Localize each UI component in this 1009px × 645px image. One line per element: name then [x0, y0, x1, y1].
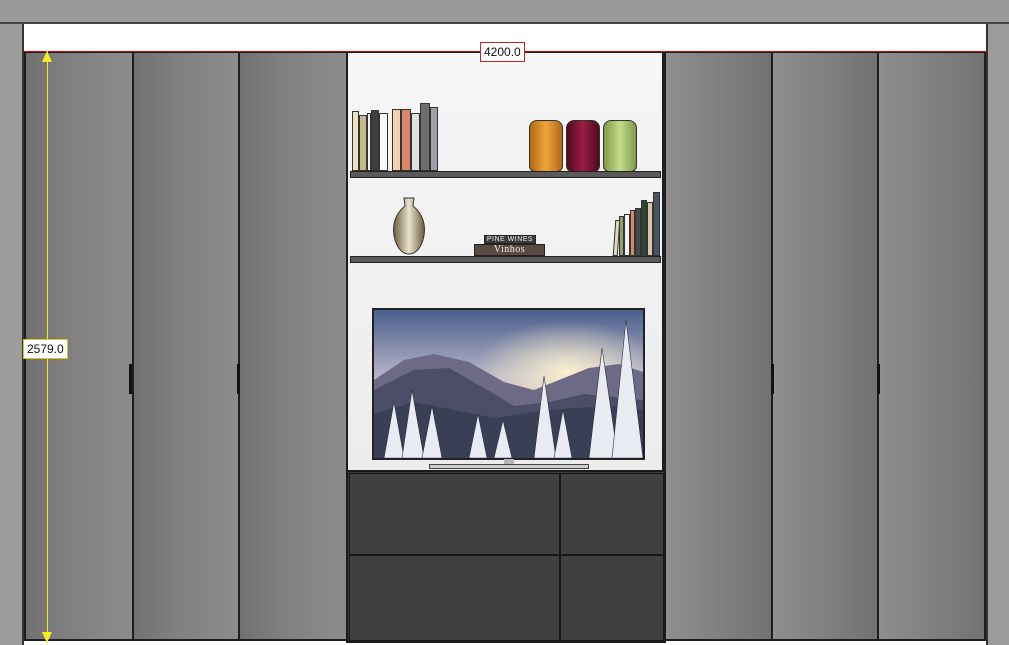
wardrobe-door-right-3[interactable] — [877, 51, 986, 641]
wardrobe-door-left-3[interactable] — [238, 51, 348, 641]
tv-screen-landscape — [374, 310, 643, 458]
television — [372, 308, 645, 460]
arrow-down-icon — [42, 632, 52, 643]
book — [653, 192, 660, 256]
door-handle[interactable] — [237, 364, 240, 394]
book — [401, 109, 411, 171]
height-dimension-label: 2579.0 — [23, 339, 68, 359]
cabinet-drawer[interactable] — [349, 473, 560, 555]
vase-burgundy — [566, 120, 600, 172]
door-handle[interactable] — [129, 364, 132, 394]
book-stack-bottom: Vinhos — [474, 244, 545, 256]
book — [420, 103, 430, 171]
wardrobe-door-right-2[interactable] — [771, 51, 879, 641]
wall-top — [0, 0, 1009, 24]
cabinet-drawer[interactable] — [560, 555, 664, 641]
tv-stand — [429, 464, 589, 469]
wardrobe-door-right-1[interactable] — [664, 51, 773, 641]
book-row-middle-shelf — [612, 190, 662, 256]
book-title: PINE WINES — [486, 236, 534, 243]
book — [411, 113, 420, 171]
shelf-middle — [350, 256, 661, 263]
arrow-up-icon — [42, 51, 52, 62]
door-handle[interactable] — [877, 364, 880, 394]
book — [371, 110, 379, 171]
wall-right — [986, 24, 1009, 645]
decorative-vase — [392, 197, 426, 255]
vase-green — [603, 120, 637, 172]
cabinet-drawer[interactable] — [349, 555, 560, 641]
book-stack-top: PINE WINES — [484, 235, 536, 244]
book — [379, 113, 388, 171]
wall-left — [0, 24, 24, 645]
book-row-top-shelf — [352, 103, 440, 171]
book-title: Vinhos — [493, 244, 526, 255]
vase-orange — [529, 120, 563, 172]
wardrobe-door-left-2[interactable] — [132, 51, 240, 641]
book — [359, 115, 367, 171]
cabinet-drawer[interactable] — [560, 473, 664, 555]
door-handle[interactable] — [771, 364, 774, 394]
book — [392, 109, 401, 171]
width-dimension-label: 4200.0 — [480, 42, 525, 62]
book — [430, 107, 438, 171]
shelf-top — [350, 171, 661, 178]
book — [352, 111, 359, 171]
